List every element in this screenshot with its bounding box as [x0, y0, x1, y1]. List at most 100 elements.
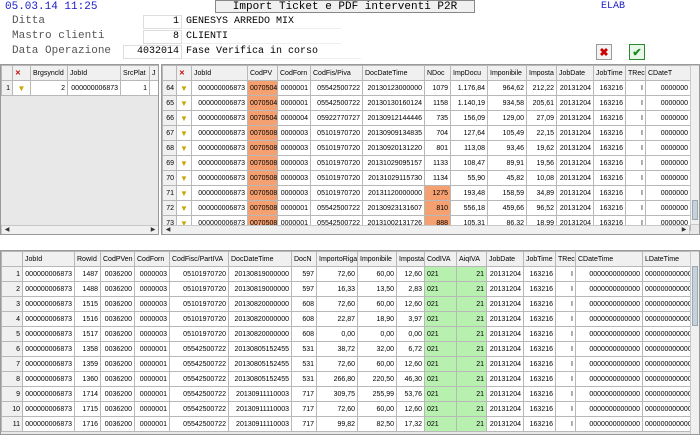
cell[interactable]: 0036200	[100, 341, 135, 357]
cell[interactable]: I	[555, 356, 576, 372]
cell[interactable]: 0000001	[134, 386, 170, 402]
cell[interactable]: 20130819000000	[228, 266, 292, 282]
table-row[interactable]: 70 ▼ 000000006873 0070508 0000003 05101970720…	[162, 170, 691, 186]
cell[interactable]: 0000000000000	[575, 386, 643, 402]
cell[interactable]: 19,56	[526, 155, 557, 171]
cell[interactable]: 163216	[593, 200, 626, 216]
cell[interactable]: 0000003	[134, 311, 170, 327]
cell[interactable]: 0000001	[134, 356, 170, 372]
cell[interactable]: 163216	[523, 341, 556, 357]
cell[interactable]: 05542500722	[169, 356, 229, 372]
scroll-right-icon[interactable]: ▶	[679, 226, 689, 234]
cell[interactable]: 0036200	[100, 356, 135, 372]
cell[interactable]: 021	[424, 326, 457, 342]
cell[interactable]: 0000000000000	[575, 416, 643, 432]
cell[interactable]: I	[625, 110, 646, 126]
col-header[interactable]: TRec	[625, 65, 646, 81]
right-grid-vscroll[interactable]	[690, 65, 699, 225]
cell[interactable]: 20131204	[486, 416, 524, 432]
cell[interactable]: 1488	[74, 281, 101, 297]
cell[interactable]: 000000006873	[22, 401, 75, 417]
cell[interactable]: 163216	[593, 110, 626, 126]
cell[interactable]: 163216	[593, 95, 626, 111]
cell[interactable]: 021	[424, 266, 457, 282]
scroll-left-icon[interactable]: ◀	[163, 226, 173, 234]
cell[interactable]: 20131029115730	[362, 170, 425, 186]
cell[interactable]: 459,66	[487, 200, 527, 216]
cell[interactable]: 0000000000000	[575, 296, 643, 312]
cell[interactable]: 0000001	[277, 80, 311, 96]
cell[interactable]: 000000006873	[22, 266, 75, 282]
cell[interactable]: 205,61	[526, 95, 557, 111]
cell[interactable]: 0036200	[100, 281, 135, 297]
cell[interactable]: 20130805152455	[228, 341, 292, 357]
cell[interactable]: 0000003	[134, 281, 170, 297]
cell[interactable]: 20131204	[486, 296, 524, 312]
cell[interactable]: 163216	[523, 326, 556, 342]
cell[interactable]: 0036200	[100, 386, 135, 402]
cell[interactable]: 1487	[74, 266, 101, 282]
cell[interactable]: 0000000	[645, 155, 691, 171]
table-row[interactable]: 68 ▼ 000000006873 0070508 0000003 05101970720…	[162, 140, 691, 156]
cell[interactable]: 05101970720	[169, 311, 229, 327]
cell[interactable]: 1359	[74, 356, 101, 372]
scroll-left-icon[interactable]: ◀	[2, 226, 12, 234]
cell[interactable]: 0000003	[277, 170, 311, 186]
cell[interactable]: I	[555, 371, 576, 387]
cell[interactable]: 32,00	[357, 341, 397, 357]
cell[interactable]: 735	[424, 110, 451, 126]
cell[interactable]: 05101970720	[169, 281, 229, 297]
col-header[interactable]: CodForn	[134, 251, 170, 267]
cell[interactable]: 21	[456, 266, 487, 282]
cell[interactable]: 717	[291, 416, 317, 432]
cell[interactable]: 0000000000000	[642, 311, 691, 327]
cell[interactable]: 72,60	[316, 356, 358, 372]
cell[interactable]: 0000001	[277, 200, 311, 216]
cell[interactable]: 20130805152455	[228, 356, 292, 372]
cell[interactable]: 0000000000000	[642, 341, 691, 357]
cell[interactable]: 72,60	[316, 266, 358, 282]
cell[interactable]: 193,48	[450, 185, 488, 201]
cell[interactable]: 597	[291, 266, 317, 282]
cell[interactable]: 0000000000000	[575, 401, 643, 417]
cell[interactable]: 1134	[424, 170, 451, 186]
cell[interactable]: 2	[30, 80, 68, 96]
cell[interactable]: 0070508	[247, 155, 278, 171]
cell[interactable]: 05542500722	[310, 200, 363, 216]
cell[interactable]: 0000003	[134, 326, 170, 342]
cell[interactable]: 1515	[74, 296, 101, 312]
cell[interactable]: 000000006873	[22, 311, 75, 327]
cell[interactable]: I	[625, 155, 646, 171]
cell[interactable]: 0070508	[247, 185, 278, 201]
cell[interactable]: I	[555, 326, 576, 342]
cell[interactable]: 0000000000000	[642, 386, 691, 402]
cell[interactable]: 20131029095157	[362, 155, 425, 171]
cell[interactable]: 0000001	[134, 416, 170, 432]
cell[interactable]: 0000000000000	[642, 326, 691, 342]
table-row[interactable]: 65 ▼ 000000006873 0070504 0000001 05542500722…	[162, 95, 691, 111]
cell[interactable]: 20131204	[486, 311, 524, 327]
cell[interactable]: I	[625, 125, 646, 141]
cell[interactable]: 0000000	[645, 170, 691, 186]
cell[interactable]: 810	[424, 200, 451, 216]
col-header[interactable]: JobId	[67, 65, 121, 81]
cell[interactable]: 0036200	[100, 401, 135, 417]
col-header[interactable]: ImportoRiga	[316, 251, 358, 267]
cell[interactable]: 0000000	[645, 140, 691, 156]
cell[interactable]: 0000000	[645, 80, 691, 96]
cell[interactable]: 60,00	[357, 356, 397, 372]
cell[interactable]: 05101970720	[310, 125, 363, 141]
cell[interactable]: 05101970720	[169, 296, 229, 312]
table-row[interactable]: 66 ▼ 000000006873 0070504 0000004 05922770727…	[162, 110, 691, 126]
cell[interactable]: 000000006873	[191, 95, 248, 111]
cell[interactable]: 000000006873	[191, 170, 248, 186]
cell[interactable]: I	[555, 401, 576, 417]
cell[interactable]: 1714	[74, 386, 101, 402]
cell[interactable]: 0000000000000	[642, 401, 691, 417]
cell[interactable]: 21	[456, 341, 487, 357]
cell[interactable]: I	[625, 185, 646, 201]
col-header[interactable]: JobDate	[486, 251, 524, 267]
cell[interactable]: 72,60	[316, 296, 358, 312]
cell[interactable]: 1158	[424, 95, 451, 111]
cell[interactable]: 309,75	[316, 386, 358, 402]
